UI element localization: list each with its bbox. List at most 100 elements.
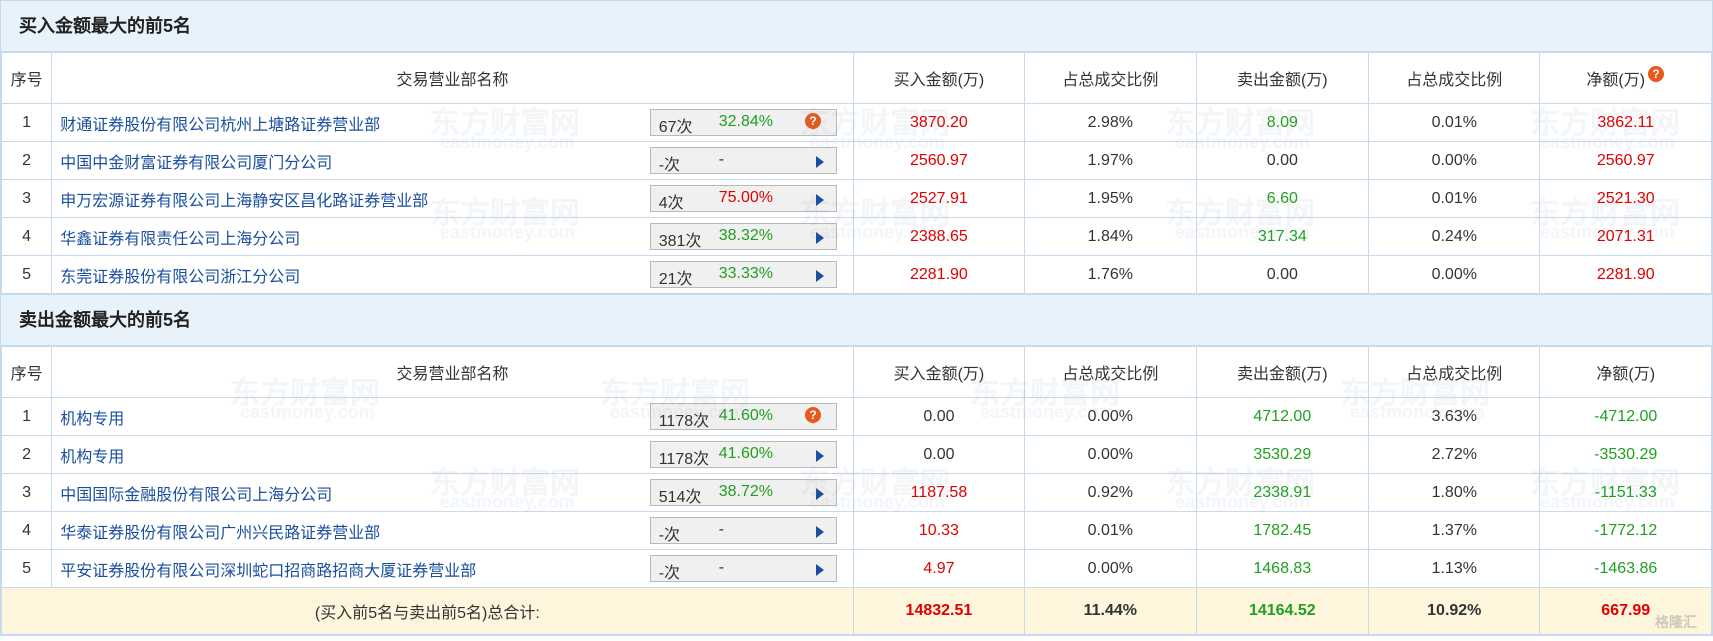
expand-arrow-icon[interactable] [815,564,824,576]
table-row: 4 华鑫证券有限责任公司上海分公司 381次 38.32% 2388.65 1.84% 31… [0,217,1712,256]
row-index: 5 [0,549,53,588]
expand-arrow-icon[interactable] [815,488,824,500]
win-rate: 75.00% [718,189,773,206]
table-row: 2 机构专用 1178次 41.60% 0.00 0.00% 3530.29 2.72% -35… [0,435,1712,474]
table-row: 1 财通证券股份有限公司杭州上塘路证券营业部 67次 32.84%? 3870.20 2.… [0,103,1712,142]
win-rate: 38.72% [718,483,773,500]
table-row: 3 中国国际金融股份有限公司上海分公司 514次 38.72% 1187.58 0.92%… [0,473,1712,512]
row-index: 5 [0,255,53,294]
sell-ratio: 0.00% [1368,255,1541,294]
sell-amount: 6.60 [1195,179,1370,218]
win-rate: - [718,521,725,538]
branch-name-link[interactable]: 华鑫证券有限责任公司上海分公司 [60,231,300,248]
row-index: 1 [0,103,53,142]
col-sell-amount: 卖出金额(万) [1195,346,1370,398]
branch-name-link[interactable]: 中国中金财富证券有限公司厦门分公司 [60,155,332,172]
branch-stats-box[interactable]: 1178次 41.60% [649,441,837,468]
total-sell: 14164.52 [1195,587,1370,635]
sell-amount: 1468.83 [1195,549,1370,588]
row-index: 3 [0,179,53,218]
row-index: 1 [0,397,53,436]
listing-count: -次 [658,157,681,174]
sell-ratio: 0.00% [1368,141,1541,180]
buy-table: 序号 交易营业部名称 买入金额(万) 占总成交比例 卖出金额(万) 占总成交比例… [0,52,1712,294]
listing-count: -次 [658,527,681,544]
sell-ratio: 1.13% [1368,549,1541,588]
net-amount: -1772.12 [1539,511,1712,550]
branch-stats-box[interactable]: 67次 32.84%? [649,109,837,136]
expand-arrow-icon[interactable] [815,194,824,206]
branch-stats-box[interactable]: -次 - [649,517,837,544]
branch-stats-box[interactable]: 21次 33.33% [649,261,837,288]
col-sell-ratio: 占总成交比例 [1368,346,1541,398]
branch-stats-box[interactable]: -次 - [649,555,837,582]
branch-stats-box[interactable]: 381次 38.32% [649,223,837,250]
buy-ratio: 2.98% [1024,103,1197,142]
sell-ratio: 0.24% [1368,217,1541,256]
sell-section-title: 卖出金额最大的前5名 [1,294,1712,346]
listing-count: 1178次 [658,451,710,468]
col-index: 序号 [0,346,53,398]
buy-amount: 4.97 [852,549,1026,588]
branch-cell: 华鑫证券有限责任公司上海分公司 381次 38.32% [51,217,854,256]
branch-cell: 申万宏源证券有限公司上海静安区昌化路证券营业部 4次 75.00% [51,179,854,218]
buy-ratio: 0.00% [1024,435,1197,474]
total-buy: 14832.51 [852,587,1026,635]
branch-name-link[interactable]: 中国国际金融股份有限公司上海分公司 [60,487,332,504]
branch-stats-box[interactable]: 514次 38.72% [649,479,837,506]
buy-amount: 10.33 [852,511,1026,550]
buy-section-title: 买入金额最大的前5名 [1,1,1712,52]
branch-stats-box[interactable]: -次 - [649,147,837,174]
branch-name-link[interactable]: 机构专用 [60,449,124,466]
help-icon[interactable]: ? [1647,66,1665,84]
listing-count: 4次 [658,195,684,212]
row-index: 2 [0,435,53,474]
buy-amount: 2560.97 [852,141,1026,180]
buy-table-header: 序号 交易营业部名称 买入金额(万) 占总成交比例 卖出金额(万) 占总成交比例… [0,52,1712,104]
branch-stats-box[interactable]: 4次 75.00% [649,185,837,212]
branch-cell: 平安证券股份有限公司深圳蛇口招商路招商大厦证券营业部 -次 - [51,549,854,588]
win-rate: 32.84% [718,113,773,130]
sell-table-header: 序号 交易营业部名称 买入金额(万) 占总成交比例 卖出金额(万) 占总成交比例… [0,346,1712,398]
branch-name-link[interactable]: 华泰证券股份有限公司广州兴民路证券营业部 [60,525,380,542]
svg-text:?: ? [1652,67,1659,81]
expand-arrow-icon[interactable] [815,270,824,282]
help-icon[interactable]: ? [804,407,822,425]
listing-count: -次 [658,565,681,582]
buy-ratio: 1.76% [1024,255,1197,294]
branch-name-link[interactable]: 机构专用 [60,411,124,428]
buy-amount: 2527.91 [852,179,1026,218]
expand-arrow-icon[interactable] [815,232,824,244]
table-row: 1 机构专用 1178次 41.60%? 0.00 0.00% 4712.00 3.63% -4… [0,397,1712,436]
row-index: 2 [0,141,53,180]
win-rate: - [718,559,725,576]
total-sell-ratio: 10.92% [1368,587,1541,635]
expand-arrow-icon[interactable] [815,450,824,462]
lhb-detail-panel: 买入金额最大的前5名 序号 交易营业部名称 买入金额(万) 占总成交比例 卖出金… [0,0,1713,636]
sell-amount: 8.09 [1195,103,1370,142]
branch-stats-box[interactable]: 1178次 41.60%? [649,403,837,430]
col-branch-name: 交易营业部名称 [51,346,854,398]
expand-arrow-icon[interactable] [815,156,824,168]
total-row: (买入前5名与卖出前5名)总合计: 14832.51 11.44% 14164.… [1,587,1712,635]
sell-amount: 4712.00 [1195,397,1370,436]
branch-name-link[interactable]: 东莞证券股份有限公司浙江分公司 [60,269,300,286]
buy-ratio: 1.95% [1024,179,1197,218]
expand-arrow-icon[interactable] [815,526,824,538]
net-amount: -1151.33 [1539,473,1712,512]
help-icon[interactable]: ? [804,113,822,131]
col-buy-amount: 买入金额(万) [852,346,1026,398]
win-rate: - [718,151,725,168]
sell-ratio: 3.63% [1368,397,1541,436]
branch-cell: 东莞证券股份有限公司浙江分公司 21次 33.33% [51,255,854,294]
buy-ratio: 0.00% [1024,397,1197,436]
sell-amount: 2338.91 [1195,473,1370,512]
table-row: 4 华泰证券股份有限公司广州兴民路证券营业部 -次 - 10.33 0.01% 1782.4… [0,511,1712,550]
branch-name-link[interactable]: 财通证券股份有限公司杭州上塘路证券营业部 [60,117,380,134]
branch-name-link[interactable]: 平安证券股份有限公司深圳蛇口招商路招商大厦证券营业部 [60,563,476,580]
branch-name-link[interactable]: 申万宏源证券有限公司上海静安区昌化路证券营业部 [60,193,428,210]
row-index: 4 [0,217,53,256]
net-amount: 3862.11 [1539,103,1712,142]
svg-text:?: ? [809,408,816,422]
sell-table: 序号 交易营业部名称 买入金额(万) 占总成交比例 卖出金额(万) 占总成交比例… [0,346,1712,635]
